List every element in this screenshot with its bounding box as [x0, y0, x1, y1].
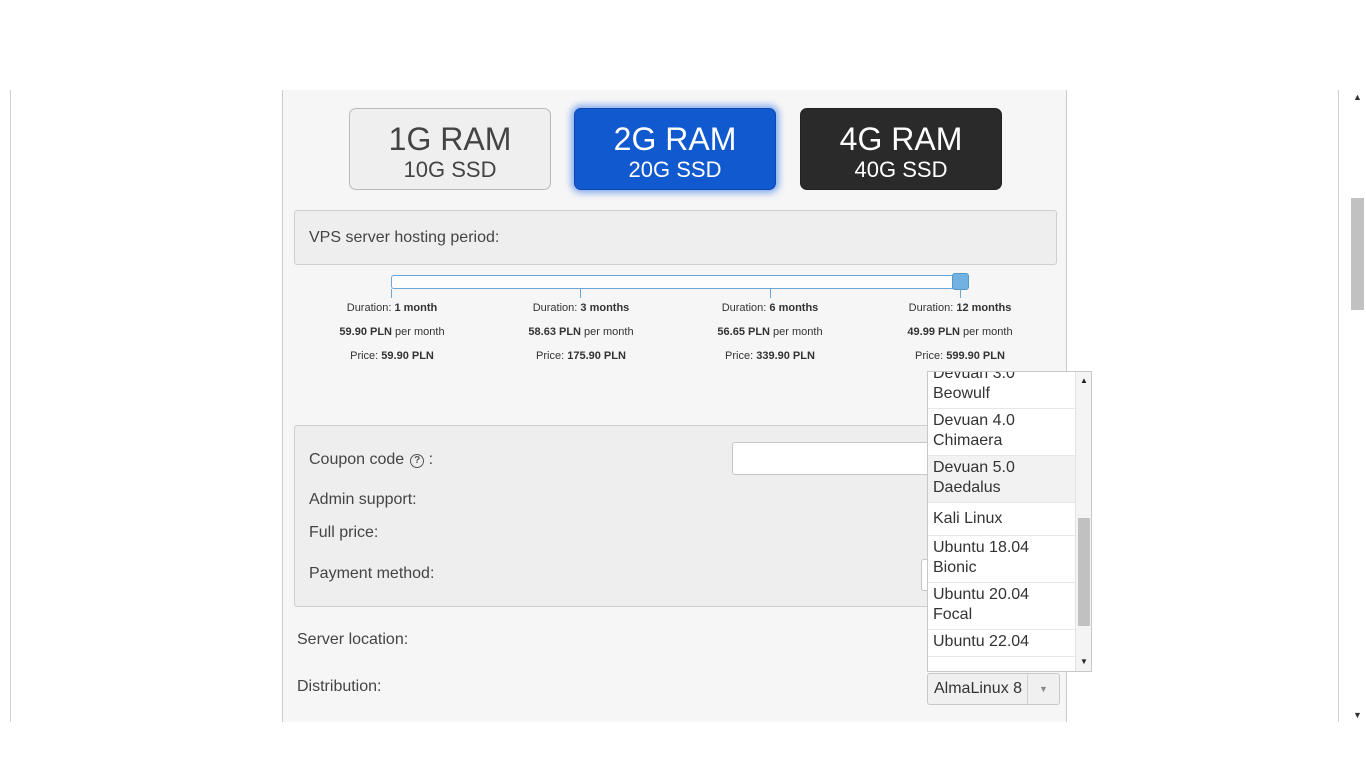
- slider-tick: [580, 289, 581, 298]
- distribution-option[interactable]: Devuan 4.0 Chimaera: [928, 409, 1075, 456]
- monthly-price-line: 59.90 PLN per month: [339, 326, 445, 338]
- period-option-12-months[interactable]: Duration: 12 months 49.99 PLN per month …: [860, 302, 1060, 374]
- plan-ram-label: 4G RAM: [839, 121, 963, 157]
- plan-ram-label: 2G RAM: [613, 121, 737, 157]
- distribution-option[interactable]: Devuan 3.0 Beowulf: [928, 372, 1075, 409]
- distribution-option-hovered[interactable]: Devuan 5.0 Daedalus: [928, 456, 1075, 503]
- triangle-down-icon[interactable]: ▼: [1027, 674, 1059, 704]
- monthly-price-line: 49.99 PLN per month: [907, 326, 1013, 338]
- duration-line: Duration: 6 months: [721, 302, 819, 314]
- triangle-down-icon[interactable]: ▼: [1349, 708, 1366, 722]
- slider-tick: [770, 289, 771, 298]
- duration-line: Duration: 12 months: [908, 302, 1012, 314]
- plan-ssd-label: 10G SSD: [403, 157, 497, 182]
- coupon-row-label: Coupon code? :: [309, 451, 433, 469]
- distribution-option[interactable]: Kali Linux: [928, 503, 1075, 536]
- dropdown-scroll-thumb[interactable]: [1078, 518, 1090, 626]
- slider-tick: [960, 289, 961, 298]
- plan-ram-label: 1G RAM: [388, 121, 512, 157]
- plan-2g-button[interactable]: 2G RAM 20G SSD: [574, 108, 776, 190]
- page-scroll-thumb[interactable]: [1351, 198, 1364, 310]
- hosting-period-header: VPS server hosting period:: [294, 210, 1057, 265]
- period-option-6-months[interactable]: Duration: 6 months 56.65 PLN per month P…: [670, 302, 870, 374]
- duration-line: Duration: 1 month: [346, 302, 438, 314]
- total-price-line: Price: 175.90 PLN: [536, 350, 626, 362]
- duration-line: Duration: 3 months: [532, 302, 630, 314]
- page-viewport: 1G RAM 10G SSD 2G RAM 20G SSD 4G RAM 40G…: [0, 90, 1366, 722]
- question-circle-icon[interactable]: ?: [410, 454, 425, 468]
- coupon-code-input[interactable]: [732, 442, 932, 475]
- left-border: [10, 90, 11, 722]
- triangle-up-icon[interactable]: ▲: [1076, 374, 1091, 388]
- distribution-option[interactable]: Ubuntu 20.04 Focal: [928, 583, 1075, 630]
- slider-tick: [391, 289, 392, 298]
- coupon-label-suffix: :: [428, 451, 434, 468]
- page-scrollbar[interactable]: ▲ ▼: [1349, 90, 1366, 722]
- period-option-3-months[interactable]: Duration: 3 months 58.63 PLN per month P…: [481, 302, 681, 374]
- payment-method-label: Payment method:: [309, 565, 435, 582]
- triangle-down-icon[interactable]: ▼: [1076, 655, 1091, 669]
- admin-support-label: Admin support:: [309, 491, 417, 508]
- distribution-select[interactable]: AlmaLinux 8 ▼: [927, 673, 1060, 705]
- plan-ssd-label: 20G SSD: [628, 157, 722, 182]
- distribution-selected-value: AlmaLinux 8: [934, 680, 1023, 697]
- distribution-option[interactable]: Ubuntu 18.04 Bionic: [928, 536, 1075, 583]
- distribution-dropdown-list[interactable]: Devuan 3.0 Beowulf Devuan 4.0 Chimaera Dev…: [927, 371, 1092, 672]
- plan-ssd-label: 40G SSD: [854, 157, 948, 182]
- hosting-period-label: VPS server hosting period:: [309, 229, 500, 246]
- total-price-line: Price: 59.90 PLN: [350, 350, 434, 362]
- period-slider-handle[interactable]: [952, 273, 969, 290]
- monthly-price-line: 58.63 PLN per month: [528, 326, 634, 338]
- monthly-price-line: 56.65 PLN per month: [717, 326, 823, 338]
- dropdown-scrollbar[interactable]: ▲ ▼: [1075, 372, 1091, 671]
- total-price-line: Price: 339.90 PLN: [725, 350, 815, 362]
- plan-4g-button[interactable]: 4G RAM 40G SSD: [800, 108, 1002, 190]
- distribution-option[interactable]: Ubuntu 22.04: [928, 630, 1075, 657]
- triangle-up-icon[interactable]: ▲: [1349, 90, 1366, 104]
- vps-order-panel: 1G RAM 10G SSD 2G RAM 20G SSD 4G RAM 40G…: [282, 90, 1092, 722]
- server-location-label: Server location:: [297, 631, 409, 648]
- period-slider-track[interactable]: [391, 275, 961, 289]
- coupon-label: Coupon code: [309, 451, 405, 468]
- right-border: [1338, 90, 1339, 722]
- full-price-label: Full price:: [309, 524, 379, 541]
- period-option-1-month[interactable]: Duration: 1 month 59.90 PLN per month Pr…: [292, 302, 492, 374]
- distribution-label: Distribution:: [297, 678, 382, 695]
- plan-1g-button[interactable]: 1G RAM 10G SSD: [349, 108, 551, 190]
